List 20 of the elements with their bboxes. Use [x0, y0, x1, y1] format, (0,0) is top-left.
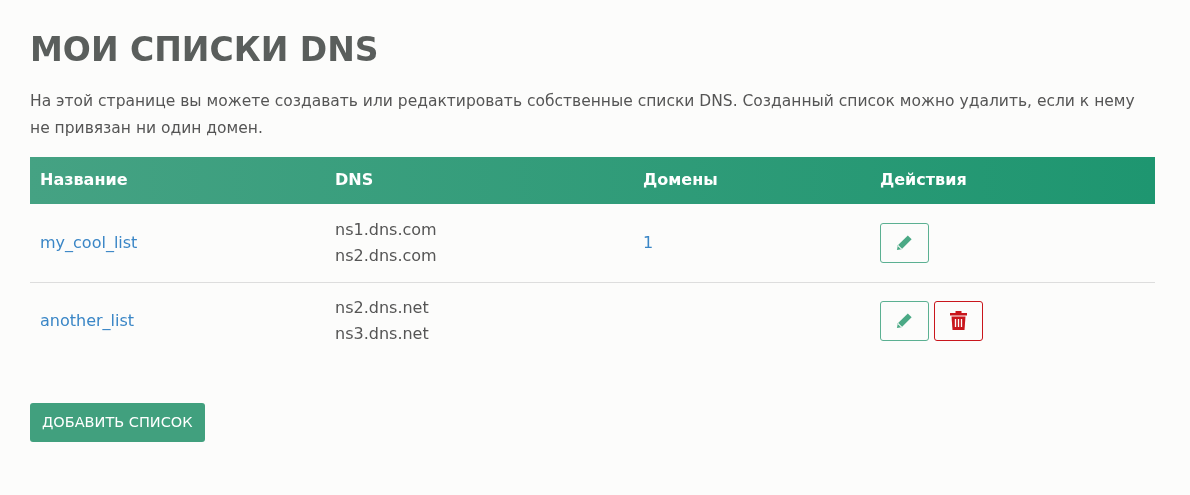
dns-server: ns1.dns.com	[335, 218, 438, 241]
dns-server: ns2.dns.net	[335, 296, 430, 319]
delete-button[interactable]	[934, 300, 983, 341]
pencil-icon	[895, 311, 914, 331]
dns-server: ns2.dns.com	[335, 244, 438, 267]
column-header: Действия	[870, 156, 1155, 204]
trash-icon	[950, 311, 967, 331]
page-title: МОИ СПИСКИ DNS	[30, 30, 380, 70]
column-header: Домены	[633, 156, 870, 204]
list-name-link[interactable]: my_cool_list	[40, 232, 138, 252]
pencil-icon	[895, 233, 914, 253]
description: На этой странице вы можете создавать или редактировать собственные списки DNS. Созданный список можно удалить, если к нему не привязан ни один домен.	[30, 90, 1136, 139]
dns-server: ns3.dns.net	[335, 322, 430, 345]
list-name-link[interactable]: another_list	[40, 310, 135, 330]
domain-count-link[interactable]: 1	[643, 232, 654, 252]
column-header: DNS	[325, 156, 633, 204]
add-list-button[interactable]: ДОБАВИТЬ СПИСОК	[30, 402, 205, 443]
edit-button[interactable]	[880, 222, 929, 263]
column-header: Название	[30, 156, 325, 204]
edit-button[interactable]	[880, 300, 929, 341]
